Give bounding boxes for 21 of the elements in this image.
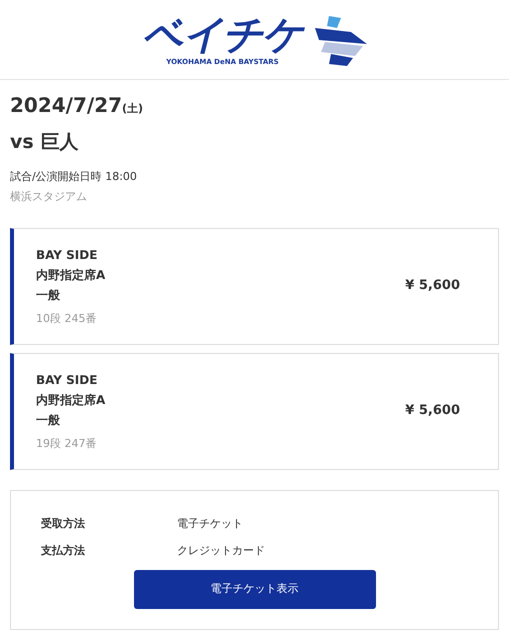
ticket-price: ¥ 5,600: [405, 277, 460, 296]
ticket-category: 一般: [36, 412, 61, 429]
ticket-price: ¥ 5,600: [405, 402, 460, 420]
event-opponent: vs 巨人: [10, 130, 80, 155]
ticket-seat-type: 内野指定席A: [36, 392, 106, 409]
ticket-seat-number: 19段 247番: [36, 436, 98, 452]
detail-value: 電子チケット: [177, 516, 243, 532]
show-e-ticket-button[interactable]: 電子チケット表示: [134, 570, 376, 608]
logo-title: ベイチケ: [142, 12, 302, 56]
ticket-area: BAY SIDE: [36, 370, 406, 390]
event-venue: 横浜スタジアム: [10, 189, 88, 205]
detail-label: 受取方法: [41, 516, 86, 532]
ticket-seat-type: 内野指定席A: [36, 266, 106, 284]
detail-label: 支払方法: [41, 542, 86, 559]
ticket-area: BAY SIDE: [36, 244, 406, 265]
ticket-seat-number: 10段 245番: [36, 310, 98, 327]
event-weekday: (土): [122, 101, 144, 117]
event-date: 2024/7/27: [10, 92, 122, 119]
event-start-time: 試合/公演開始日時 18:00: [10, 168, 138, 184]
ticket-category: 一般: [36, 286, 61, 304]
detail-value: クレジットカード: [177, 542, 265, 559]
